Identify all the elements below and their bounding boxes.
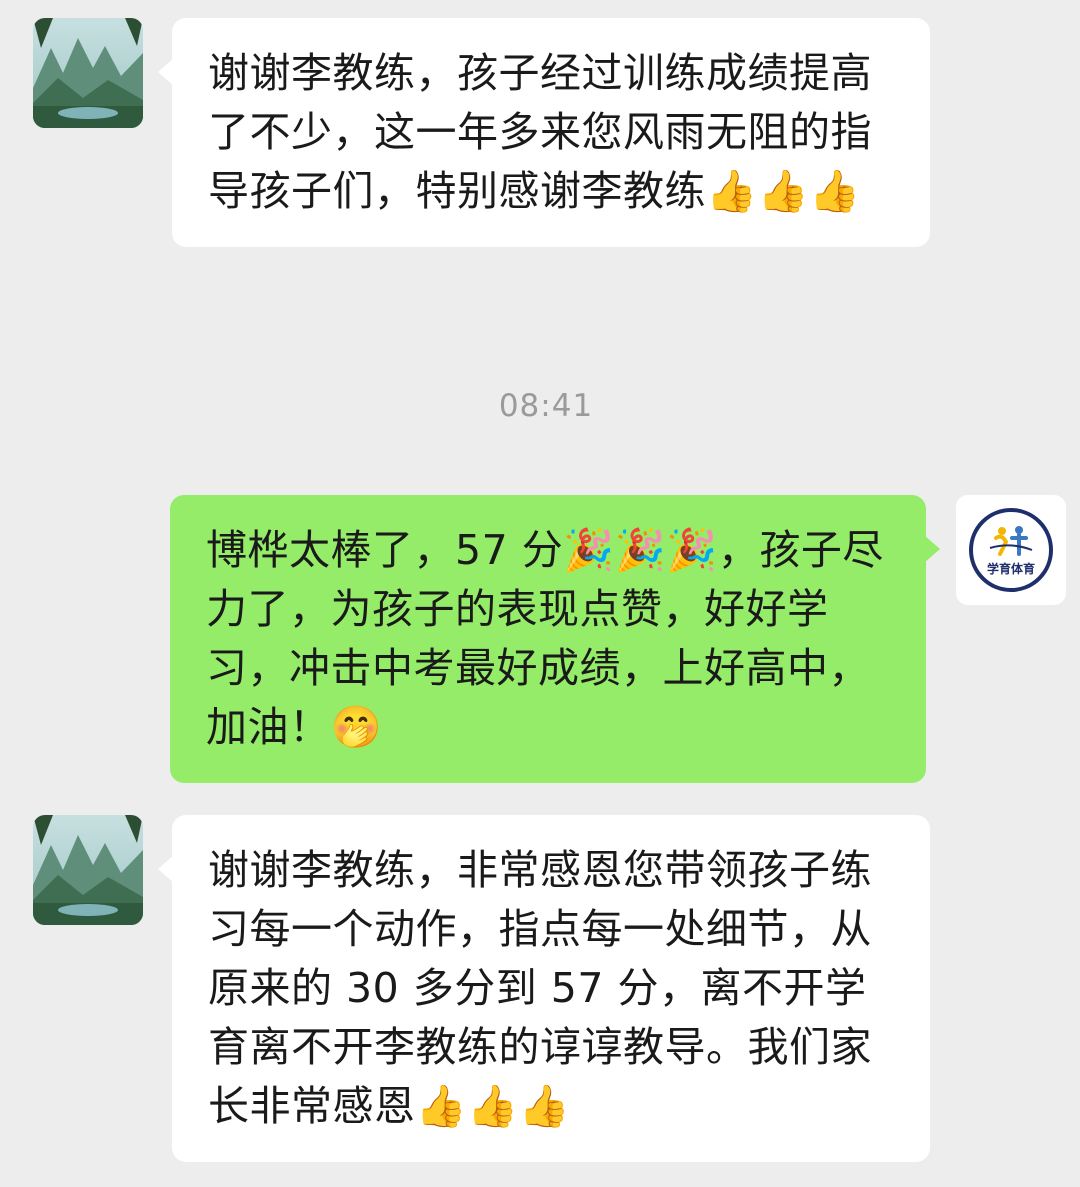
message-bubble-incoming[interactable]: 谢谢李教练，孩子经过训练成绩提高了不少，这一年多来您风雨无阻的指导孩子们，特别感… xyxy=(158,18,930,247)
message-bubble-incoming[interactable]: 谢谢李教练，非常感恩您带领孩子练习每一个动作，指点每一处细节，从原来的 30 多… xyxy=(158,815,930,1162)
chat-timestamp: 08:41 xyxy=(498,388,594,424)
message-text: 谢谢李教练，孩子经过训练成绩提高了不少，这一年多来您风雨无阻的指导孩子们，特别感… xyxy=(208,49,872,215)
coach-avatar-icon[interactable]: 学育体育 xyxy=(956,495,1066,605)
message-text: 谢谢李教练，非常感恩您带领孩子练习每一个动作，指点每一处细节，从原来的 30 多… xyxy=(208,846,872,1130)
parent-avatar-icon[interactable] xyxy=(33,18,143,128)
xueyu-logo-icon: 学育体育 xyxy=(969,508,1053,592)
parent-avatar-icon[interactable] xyxy=(33,815,143,925)
message-text: 博桦太棒了，57 分🎉🎉🎉，孩子尽力了，为孩子的表现点赞，好好学习，冲击中考最好… xyxy=(206,526,884,751)
logo-label: 学育体育 xyxy=(986,561,1035,576)
message-bubble-outgoing[interactable]: 博桦太棒了，57 分🎉🎉🎉，孩子尽力了，为孩子的表现点赞，好好学习，冲击中考最好… xyxy=(170,495,940,783)
